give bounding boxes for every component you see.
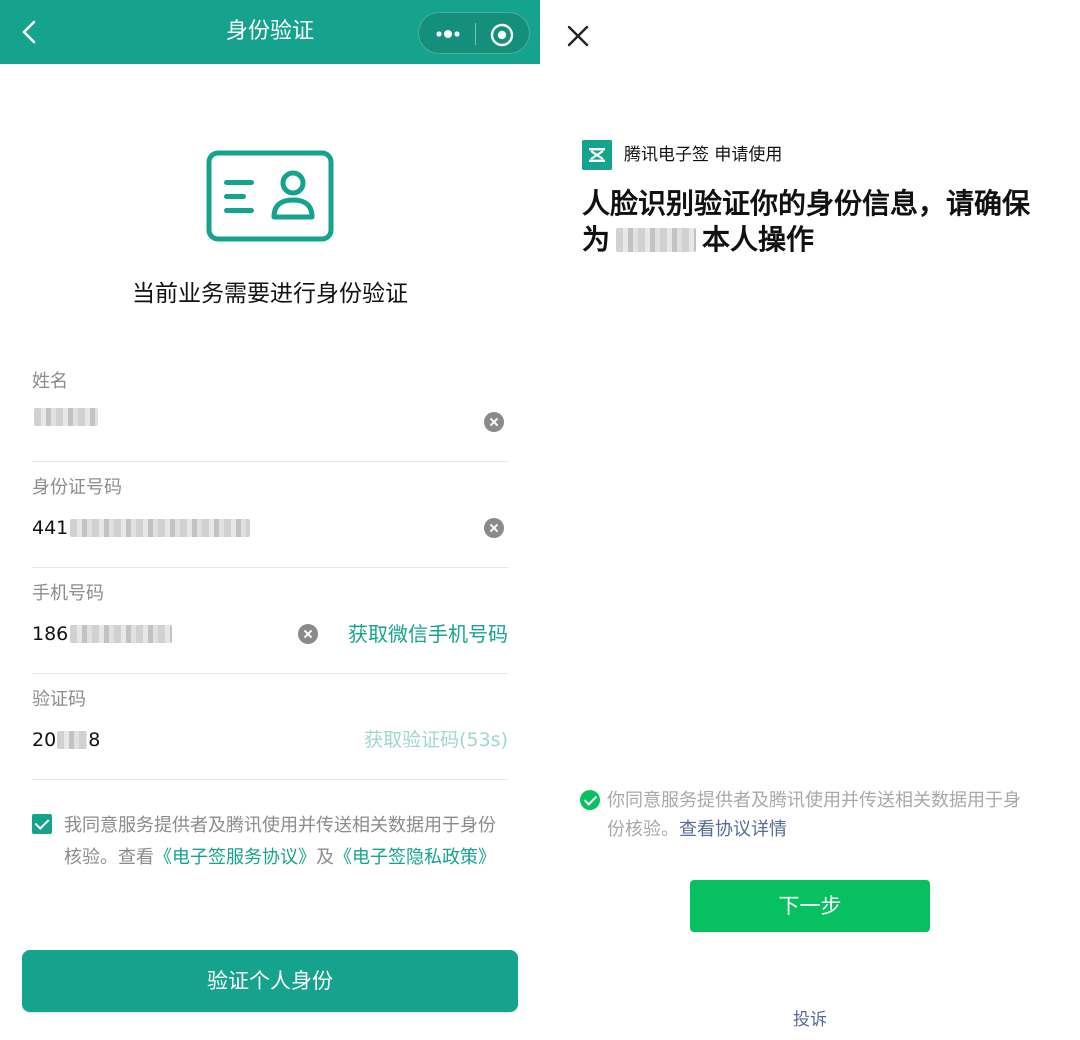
phone-visible-text: 186 — [32, 623, 69, 645]
close-icon[interactable] — [564, 22, 592, 50]
name-field[interactable]: 姓名 — [32, 370, 508, 462]
complain-link[interactable]: 投诉 — [540, 1008, 1080, 1032]
tencent-esign-logo — [582, 140, 612, 170]
next-step-button[interactable]: 下一步 — [690, 880, 930, 932]
capsule-divider — [475, 23, 476, 45]
redacted-id-number — [70, 519, 251, 537]
get-wechat-phone-link[interactable]: 获取微信手机号码 — [348, 620, 508, 648]
phone-label: 手机号码 — [32, 583, 104, 604]
target-close-icon[interactable] — [489, 22, 515, 48]
code-prefix: 20 — [32, 729, 57, 751]
code-value[interactable]: 20 8 — [32, 726, 100, 754]
id-number-visible-text: 441 — [32, 517, 69, 539]
name-value[interactable] — [32, 408, 98, 426]
code-label: 验证码 — [32, 689, 86, 710]
face-agreement-body: 你同意服务提供者及腾讯使用并传送相关数据用于身份核验。 — [607, 790, 1021, 840]
face-agreement-text: 你同意服务提供者及腾讯使用并传送相关数据用于身份核验。查看协议详情 — [607, 786, 1037, 844]
title-part-2: 本人操作 — [702, 223, 815, 256]
privacy-policy-link[interactable]: 《电子签隐私政策》 — [334, 847, 496, 868]
view-agreement-link[interactable]: 查看协议详情 — [679, 819, 787, 840]
name-label: 姓名 — [32, 371, 68, 392]
identity-verification-screen: 身份验证 当前业务需要进行身份验证 姓名 身份证号码 441 手机号码 186 … — [0, 0, 540, 1040]
mini-program-capsule — [418, 12, 530, 54]
redacted-name — [34, 408, 98, 426]
verification-code-field[interactable]: 验证码 20 8 获取验证码(53s) — [32, 688, 508, 780]
code-suffix: 8 — [88, 729, 101, 751]
agreement-text: 我同意服务提供者及腾讯使用并传送相关数据用于身份核验。查看《电子签服务协议》及《… — [64, 810, 504, 874]
clear-phone-icon[interactable] — [298, 624, 318, 644]
redacted-phone — [70, 625, 173, 643]
verify-identity-button[interactable]: 验证个人身份 — [22, 950, 518, 1012]
face-agreement-checkbox[interactable] — [580, 790, 600, 810]
id-number-label: 身份证号码 — [32, 477, 122, 498]
redacted-user-name — [616, 228, 697, 252]
face-verification-title: 人脸识别验证你的身份信息，请确保为 本人操作 — [582, 186, 1038, 258]
brand-app-name: 腾讯电子签 申请使用 — [624, 145, 783, 165]
id-card-icon — [206, 150, 334, 242]
phone-value[interactable]: 186 — [32, 620, 173, 648]
clear-id-number-icon[interactable] — [484, 518, 504, 538]
more-dots-icon[interactable] — [433, 24, 463, 44]
verification-headline: 当前业务需要进行身份验证 — [132, 281, 408, 307]
service-agreement-link[interactable]: 《电子签服务协议》 — [154, 847, 316, 868]
clear-name-icon[interactable] — [484, 412, 504, 432]
nav-bar: 身份验证 — [0, 0, 540, 64]
agreement-text-2: 及 — [316, 847, 334, 868]
agreement-checkbox[interactable] — [32, 814, 52, 834]
phone-field[interactable]: 手机号码 186 获取微信手机号码 — [32, 582, 508, 674]
redacted-code — [57, 731, 88, 749]
face-verification-screen: 腾讯电子签 申请使用 人脸识别验证你的身份信息，请确保为 本人操作 你同意服务提供… — [540, 0, 1080, 1040]
id-number-value[interactable]: 441 — [32, 514, 251, 542]
id-number-field[interactable]: 身份证号码 441 — [32, 476, 508, 568]
get-code-countdown-button[interactable]: 获取验证码(53s) — [364, 726, 508, 754]
